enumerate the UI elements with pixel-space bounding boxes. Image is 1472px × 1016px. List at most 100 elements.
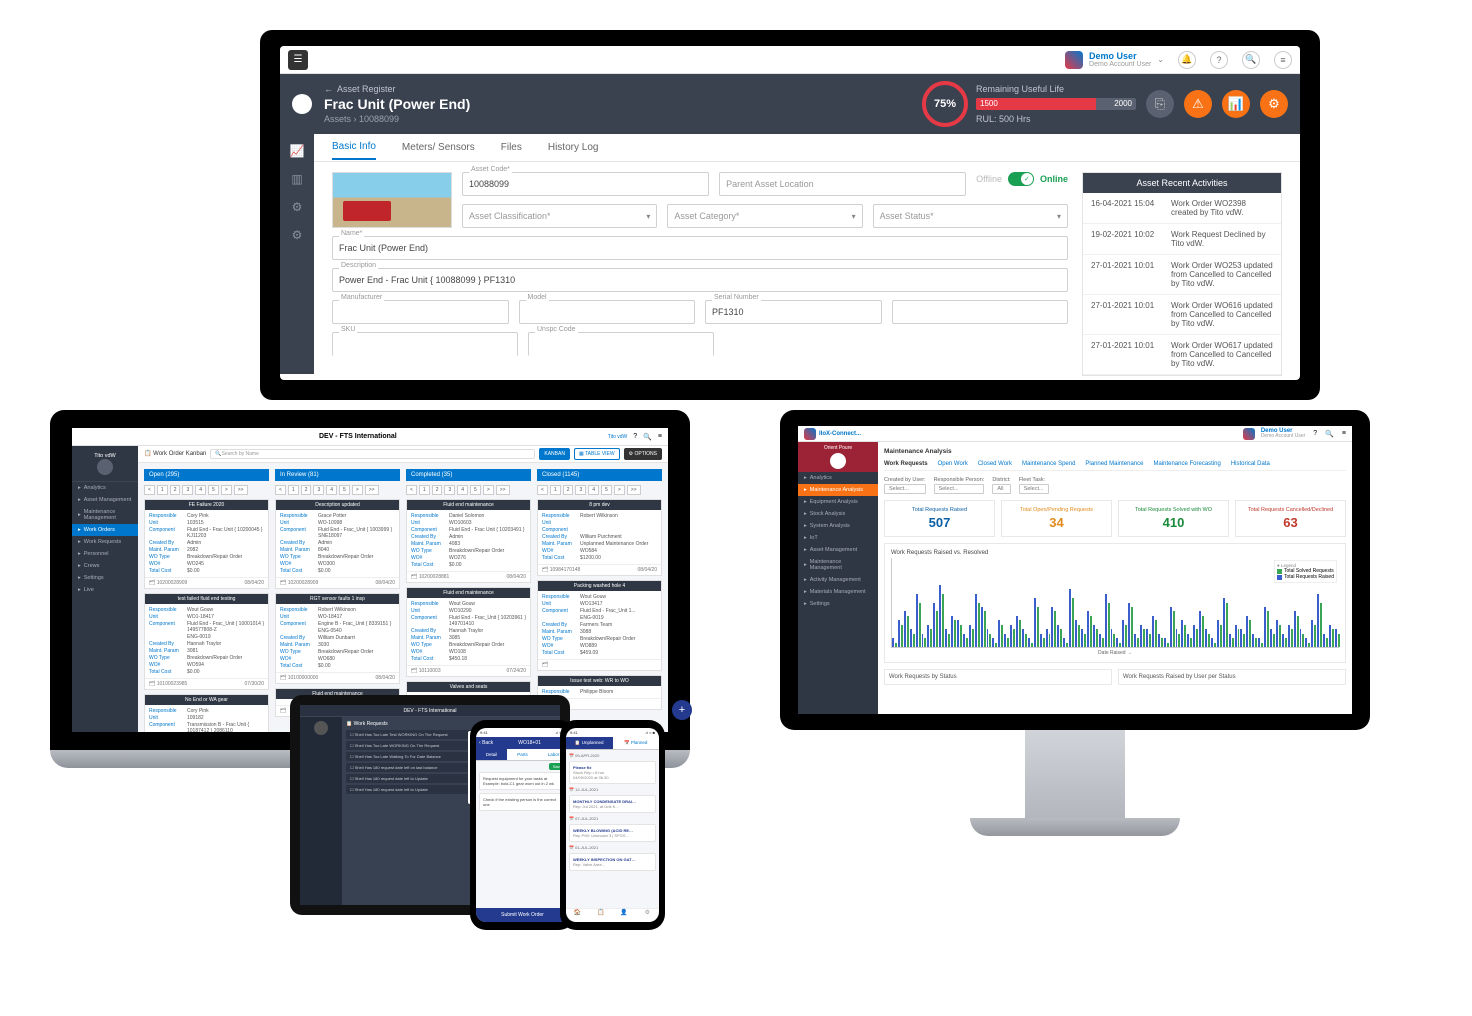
model-input[interactable]: Model — [519, 300, 696, 324]
pager-button[interactable]: 5 — [339, 485, 350, 495]
nav-gear-icon[interactable]: ⚙ — [636, 909, 659, 922]
export-button[interactable]: ⎘ — [1146, 90, 1174, 118]
user-menu[interactable]: Demo User Demo Account User ⌄ — [1065, 51, 1164, 69]
nav-assets-icon[interactable]: ▥ — [288, 170, 306, 188]
tab-detail[interactable]: Detail — [476, 749, 507, 761]
pager-button[interactable]: 4 — [457, 485, 468, 495]
sidebar-item[interactable]: ▸Stock Analysis — [798, 508, 878, 520]
pager-button[interactable]: 4 — [195, 485, 206, 495]
pager-button[interactable]: >> — [627, 485, 641, 495]
asset-image[interactable] — [332, 172, 452, 228]
pager-button[interactable]: 1 — [550, 485, 561, 495]
pager-button[interactable]: > — [614, 485, 625, 495]
sidebar-item[interactable]: ▸Analytics — [798, 472, 878, 484]
schedule-button[interactable]: 📊 — [1222, 90, 1250, 118]
pager-button[interactable]: 3 — [575, 485, 586, 495]
add-button[interactable]: + — [672, 700, 692, 720]
pager-button[interactable]: 1 — [419, 485, 430, 495]
analysis-tab[interactable]: Maintenance Forecasting — [1153, 461, 1220, 467]
pager-button[interactable]: 5 — [208, 485, 219, 495]
sidebar-item[interactable]: ▸Analytics — [72, 482, 138, 494]
filter-district[interactable]: District:All — [992, 477, 1010, 494]
pager-button[interactable]: 1 — [157, 485, 168, 495]
pager-button[interactable]: 4 — [326, 485, 337, 495]
kanban-card[interactable]: No End or WA gearResponsibleCory PinkUni… — [144, 694, 269, 732]
sidebar-item[interactable]: ▸Asset Management — [72, 494, 138, 506]
help-icon[interactable]: ? — [633, 433, 637, 440]
nav-gear-icon[interactable]: ⚙ — [288, 198, 306, 216]
tab-files[interactable]: Files — [501, 136, 522, 159]
sidebar-item[interactable]: ▸Crews — [72, 560, 138, 572]
sidebar-item[interactable]: ▸Settings — [72, 572, 138, 584]
settings-button[interactable]: ⚙ — [1260, 90, 1288, 118]
table-view-button[interactable]: ▦ TABLE VIEW — [574, 448, 620, 460]
tab-history[interactable]: History Log — [548, 136, 599, 159]
online-toggle[interactable]: Offline Online — [976, 172, 1068, 186]
kanban-card[interactable]: RGT sensor faults 1 inspResponsibleRober… — [275, 593, 400, 684]
pager-button[interactable]: < — [144, 485, 155, 495]
list-item[interactable]: WEEKLY BLOWING (ACID RE…Rep P/W: Unknown… — [569, 824, 656, 842]
parent-location-input[interactable]: Parent Asset Location — [719, 172, 966, 196]
pager-button[interactable]: 1 — [288, 485, 299, 495]
pager-button[interactable]: < — [275, 485, 286, 495]
options-button[interactable]: ⚙ OPTIONS — [624, 448, 662, 460]
status-select[interactable]: Asset Status* — [873, 204, 1068, 228]
bell-icon[interactable]: 🔔 — [1178, 51, 1196, 69]
search-icon[interactable]: 🔍 — [643, 433, 652, 441]
search-input[interactable]: 🔍 Search by Name — [210, 449, 535, 459]
serial-input[interactable]: Serial NumberPF1310 — [705, 300, 882, 324]
sku-input[interactable]: SKU — [332, 332, 518, 356]
kanban-card[interactable]: Fluid end maintenanceResponsibleWout Gou… — [406, 587, 531, 677]
filter-created[interactable]: Created by User:Select... — [884, 477, 926, 494]
pager-button[interactable]: > — [352, 485, 363, 495]
user-menu[interactable]: Demo UserDemo Account User — [1243, 428, 1305, 440]
kanban-view-button[interactable]: KANBAN — [539, 448, 570, 460]
sidebar-item[interactable]: ▸IoT — [798, 532, 878, 544]
tab-planned[interactable]: 📅 Planned — [613, 737, 660, 750]
tab-basic-info[interactable]: Basic Info — [332, 135, 376, 160]
list-item[interactable]: WEEKLY INSPECTION ON GAT…Rep: Valve Area… — [569, 853, 656, 871]
sidebar-user[interactable]: Tito vdW — [72, 446, 138, 482]
category-select[interactable]: Asset Category* — [667, 204, 862, 228]
pager-button[interactable]: 4 — [588, 485, 599, 495]
sidebar-item[interactable]: ▸Materials Management — [798, 586, 878, 598]
pager-button[interactable]: 3 — [313, 485, 324, 495]
kanban-card[interactable]: Packing washed hole 4ResponsibleWout Gou… — [537, 580, 662, 671]
nav-home-icon[interactable]: 🏠 — [566, 909, 589, 922]
tab-unplanned[interactable]: 📋 Unplanned — [566, 737, 613, 750]
nav-list-icon[interactable]: 📋 — [589, 909, 612, 922]
pager-button[interactable]: < — [406, 485, 417, 495]
analysis-tab[interactable]: Closed Work — [978, 461, 1012, 467]
sidebar-item[interactable]: ▸Work Requests — [72, 536, 138, 548]
kanban-card[interactable]: FE Failure 2020ResponsibleCory PinkUnit1… — [144, 499, 269, 589]
help-icon[interactable]: ? — [1210, 51, 1228, 69]
sidebar-item[interactable]: ▸Live — [72, 584, 138, 596]
name-input[interactable]: Name*Frac Unit (Power End) — [332, 236, 1068, 260]
submit-button[interactable]: Submit Work Order — [476, 908, 569, 922]
sidebar-item[interactable]: ▸Activity Management — [798, 574, 878, 586]
analysis-tab[interactable]: Work Requests — [884, 461, 928, 467]
sidebar-item[interactable]: ▸System Analysis — [798, 520, 878, 532]
nav-user-icon[interactable]: 👤 — [613, 909, 636, 922]
sidebar-item[interactable]: ▸Maintenance Analysis — [798, 484, 878, 496]
nav-analytics-icon[interactable]: 📈 — [288, 142, 306, 160]
nav-gear2-icon[interactable]: ⚙ — [288, 226, 306, 244]
pager-button[interactable]: >> — [234, 485, 248, 495]
menu-icon[interactable]: ☰ — [288, 50, 308, 70]
pager-button[interactable]: > — [483, 485, 494, 495]
pager-button[interactable]: >> — [365, 485, 379, 495]
pager-button[interactable]: 2 — [432, 485, 443, 495]
kanban-card[interactable]: test failed fluid end testingResponsible… — [144, 593, 269, 690]
pager-button[interactable]: 2 — [170, 485, 181, 495]
pager-button[interactable]: 3 — [444, 485, 455, 495]
pager-button[interactable]: 2 — [563, 485, 574, 495]
sidebar-user[interactable]: Orient Poure — [798, 442, 878, 472]
search-icon[interactable]: 🔍 — [1325, 430, 1334, 438]
pager-button[interactable]: < — [537, 485, 548, 495]
asset-code-input[interactable]: Asset Code*10088099 — [462, 172, 709, 196]
analysis-tab[interactable]: Open Work — [938, 461, 968, 467]
sidebar-item[interactable]: ▸Personnel — [72, 548, 138, 560]
pager-button[interactable]: 5 — [470, 485, 481, 495]
kanban-card[interactable]: Fluid end maintenanceResponsibleDaniel S… — [406, 499, 531, 583]
manufacturer-input[interactable]: Manufacturer — [332, 300, 509, 324]
